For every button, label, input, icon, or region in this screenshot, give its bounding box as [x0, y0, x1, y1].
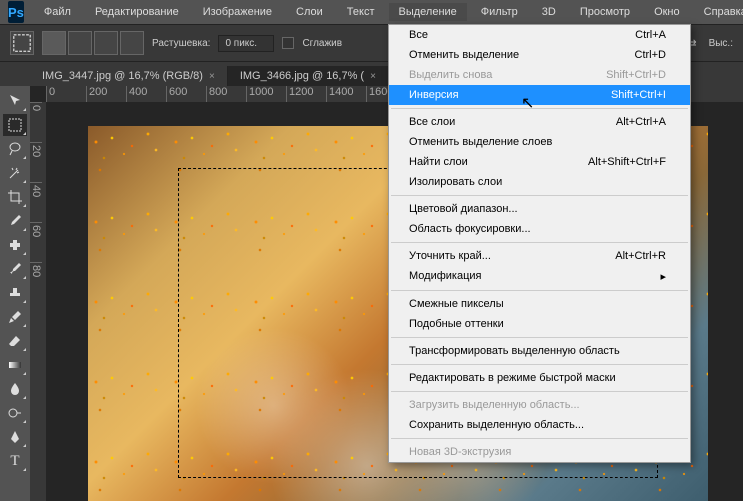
menu-3d[interactable]: 3D	[532, 3, 566, 21]
menu-item[interactable]: Подобные оттенки	[389, 314, 690, 334]
menu-текст[interactable]: Текст	[337, 3, 385, 21]
feather-input[interactable]	[218, 35, 274, 52]
feather-label: Растушевка:	[152, 38, 210, 49]
menu-item: Загрузить выделенную область...	[389, 395, 690, 415]
lasso-tool[interactable]	[3, 138, 27, 160]
menu-окно[interactable]: Окно	[644, 3, 690, 21]
eraser-tool[interactable]	[3, 330, 27, 352]
selection-new-icon[interactable]	[42, 31, 66, 55]
document-tab[interactable]: IMG_3447.jpg @ 16,7% (RGB/8)×	[30, 66, 228, 86]
height-label: Выс.:	[709, 38, 733, 49]
menu-item[interactable]: Область фокусировки...	[389, 219, 690, 239]
marquee-tool[interactable]	[3, 114, 27, 136]
stamp-tool[interactable]	[3, 282, 27, 304]
pen-tool[interactable]	[3, 426, 27, 448]
close-icon[interactable]: ×	[209, 71, 215, 82]
history-brush-tool[interactable]	[3, 306, 27, 328]
app-logo: Ps	[8, 1, 24, 23]
brush-tool[interactable]	[3, 258, 27, 280]
tools-panel: T	[0, 86, 30, 501]
menu-справка[interactable]: Справка	[694, 3, 743, 21]
wand-tool[interactable]	[3, 162, 27, 184]
menu-item: Новая 3D-экструзия	[389, 442, 690, 462]
menu-item[interactable]: Отменить выделение слоев	[389, 132, 690, 152]
menu-item[interactable]: Трансформировать выделенную область	[389, 341, 690, 361]
menu-item[interactable]: Сохранить выделенную область...	[389, 415, 690, 435]
menu-item[interactable]: Изолировать слои	[389, 172, 690, 192]
menu-изображение[interactable]: Изображение	[193, 3, 282, 21]
menu-item[interactable]: Редактировать в режиме быстрой маски	[389, 368, 690, 388]
menu-item[interactable]: Уточнить край...Alt+Ctrl+R	[389, 246, 690, 266]
close-icon[interactable]: ×	[370, 71, 376, 82]
menu-слои[interactable]: Слои	[286, 3, 333, 21]
menu-item[interactable]: Модификация▸	[389, 266, 690, 287]
document-tab[interactable]: IMG_3466.jpg @ 16,7% (×	[228, 66, 389, 86]
marquee-tool-icon[interactable]	[10, 31, 34, 55]
menu-редактирование[interactable]: Редактирование	[85, 3, 189, 21]
move-tool[interactable]	[3, 90, 27, 112]
menu-item: Выделить сноваShift+Ctrl+D	[389, 65, 690, 85]
selection-add-icon[interactable]	[68, 31, 92, 55]
menu-item[interactable]: Отменить выделениеCtrl+D	[389, 45, 690, 65]
selection-intersect-icon[interactable]	[120, 31, 144, 55]
heal-tool[interactable]	[3, 234, 27, 256]
menu-выделение[interactable]: Выделение	[389, 3, 467, 21]
dodge-tool[interactable]	[3, 402, 27, 424]
crop-tool[interactable]	[3, 186, 27, 208]
menubar: Ps ФайлРедактированиеИзображениеСлоиТекс…	[0, 0, 743, 24]
smooth-label: Сглажив	[302, 38, 342, 49]
smooth-checkbox[interactable]	[282, 37, 294, 49]
menu-item[interactable]: Все слоиAlt+Ctrl+A	[389, 112, 690, 132]
blur-tool[interactable]	[3, 378, 27, 400]
selection-subtract-icon[interactable]	[94, 31, 118, 55]
gradient-tool[interactable]	[3, 354, 27, 376]
eyedropper-tool[interactable]	[3, 210, 27, 232]
menu-просмотр[interactable]: Просмотр	[570, 3, 640, 21]
menu-item[interactable]: Смежные пикселы	[389, 294, 690, 314]
type-tool[interactable]: T	[3, 450, 27, 472]
menu-фильтр[interactable]: Фильтр	[471, 3, 528, 21]
menu-item[interactable]: ВсеCtrl+A	[389, 25, 690, 45]
menu-item[interactable]: Найти слоиAlt+Shift+Ctrl+F	[389, 152, 690, 172]
selection-menu-dropdown: ВсеCtrl+AОтменить выделениеCtrl+DВыделит…	[388, 24, 691, 463]
menu-item[interactable]: Цветовой диапазон...	[389, 199, 690, 219]
menu-файл[interactable]: Файл	[34, 3, 81, 21]
vertical-ruler: 020406080	[30, 102, 46, 501]
menu-item[interactable]: ИнверсияShift+Ctrl+I	[389, 85, 690, 105]
